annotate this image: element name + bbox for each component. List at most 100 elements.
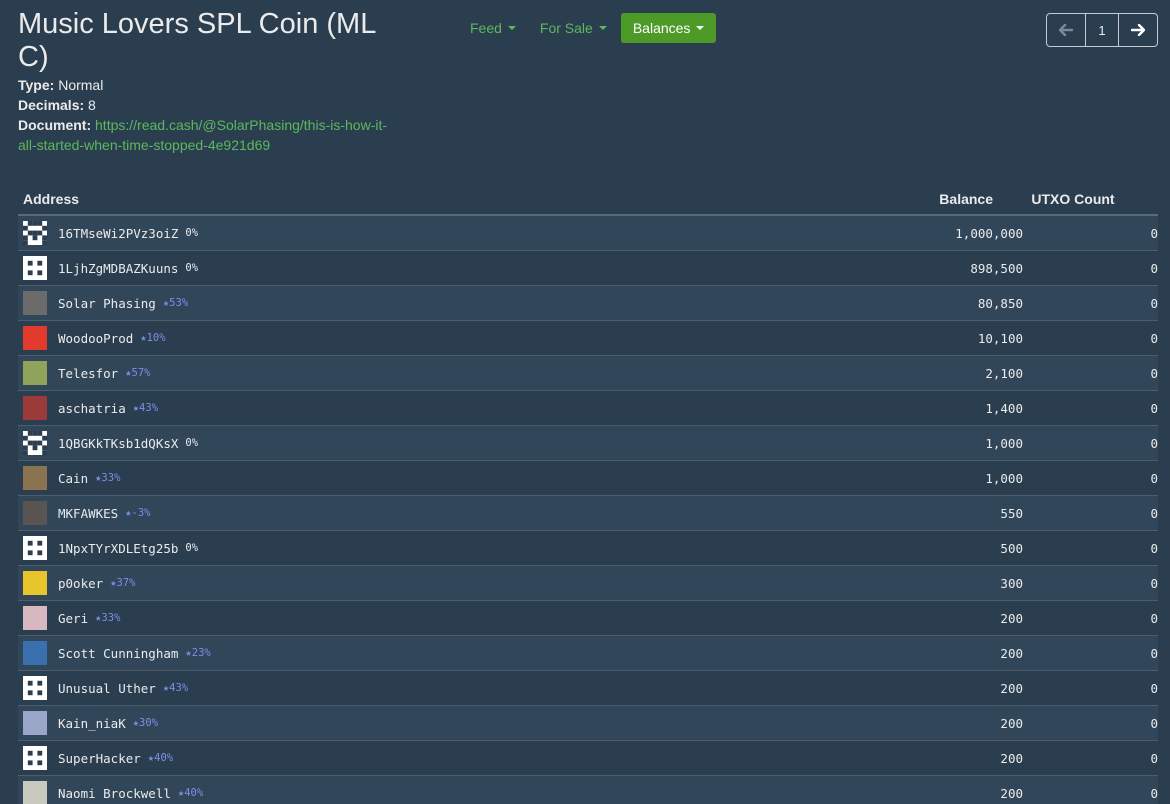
percent-badge: 0% — [185, 542, 199, 554]
balance-cell: 200 — [1000, 715, 1023, 731]
table-row[interactable]: Scott Cunningham ★23% 200 0 — [18, 636, 1158, 671]
pagination: 1 — [1046, 13, 1158, 47]
utxo-cell: 0 — [1150, 400, 1158, 416]
nav-feed[interactable]: Feed — [460, 13, 526, 43]
table-row[interactable]: 16TMseWi2PVz3oiZ 0% 1,000,000 0 — [18, 216, 1158, 251]
address-cell: aschatria ★43% — [18, 396, 903, 420]
main-nav: Feed For Sale Balances — [460, 13, 717, 43]
address-name[interactable]: 1NpxTYrXDLEtg25b — [58, 541, 178, 556]
avatar[interactable] — [23, 711, 47, 735]
identicon-icon[interactable] — [23, 221, 47, 245]
rating-badge: ★40% — [147, 752, 174, 764]
identicon-icon[interactable] — [23, 256, 47, 280]
header-balance: Balance — [939, 191, 993, 207]
table-body: 16TMseWi2PVz3oiZ 0% 1,000,000 0 1LjhZgMDBAZK… — [18, 216, 1158, 804]
address-cell: MKFAWKES ★-3% — [18, 501, 903, 525]
balance-cell: 300 — [1000, 575, 1023, 591]
avatar[interactable] — [23, 396, 47, 420]
balance-cell: 1,000,000 — [955, 225, 1023, 241]
balance-cell: 2,100 — [985, 365, 1023, 381]
next-page-button[interactable] — [1119, 14, 1157, 46]
table-row[interactable]: 1NpxTYrXDLEtg25b 0% 500 0 — [18, 531, 1158, 566]
address-name[interactable]: Geri — [58, 611, 88, 626]
avatar[interactable] — [23, 781, 47, 804]
nav-for-sale[interactable]: For Sale — [530, 13, 617, 43]
percent-badge: 0% — [185, 262, 199, 274]
address-name[interactable]: WoodooProd — [58, 331, 133, 346]
prev-page-button[interactable] — [1047, 14, 1086, 46]
table-row[interactable]: Solar Phasing ★53% 80,850 0 — [18, 286, 1158, 321]
address-name[interactable]: Kain_niaK — [58, 716, 126, 731]
table-row[interactable]: WoodooProd ★10% 10,100 0 — [18, 321, 1158, 356]
nav-feed-label: Feed — [470, 20, 502, 36]
document-row: Document: https://read.cash/@SolarPhasin… — [18, 115, 388, 155]
table-row[interactable]: Cain ★33% 1,000 0 — [18, 461, 1158, 496]
nav-for-sale-label: For Sale — [539, 20, 593, 36]
utxo-cell: 0 — [1150, 575, 1158, 591]
table-row[interactable]: Telesfor ★57% 2,100 0 — [18, 356, 1158, 391]
address-name[interactable]: Cain — [58, 471, 88, 486]
balance-cell: 200 — [1000, 750, 1023, 766]
nav-balances-label: Balances — [632, 20, 691, 36]
document-label: Document: — [18, 117, 92, 133]
utxo-cell: 0 — [1150, 365, 1158, 381]
address-name[interactable]: Scott Cunningham — [58, 646, 178, 661]
rating-badge: ★-3% — [125, 507, 151, 519]
identicon-icon[interactable] — [23, 431, 47, 455]
avatar[interactable] — [23, 291, 47, 315]
caret-down-icon — [696, 26, 705, 30]
table-row[interactable]: MKFAWKES ★-3% 550 0 — [18, 496, 1158, 531]
avatar[interactable] — [23, 501, 47, 525]
avatar[interactable] — [23, 641, 47, 665]
rating-badge: ★23% — [185, 647, 211, 659]
address-name[interactable]: 1LjhZgMDBAZKuuns — [58, 261, 178, 276]
table-row[interactable]: Unusual Uther ★43% 200 0 — [18, 671, 1158, 706]
table-row[interactable]: p0oker ★37% 300 0 — [18, 566, 1158, 601]
address-name[interactable]: aschatria — [58, 401, 126, 416]
utxo-cell: 0 — [1150, 225, 1158, 241]
balance-cell: 1,000 — [985, 435, 1023, 451]
address-name[interactable]: Telesfor — [58, 366, 118, 381]
table-row[interactable]: aschatria ★43% 1,400 0 — [18, 391, 1158, 426]
rating-badge: ★10% — [140, 332, 166, 344]
avatar[interactable] — [23, 466, 47, 490]
table-row[interactable]: 1QBGKkTKsb1dQKsX 0% 1,000 0 — [18, 426, 1158, 461]
address-name[interactable]: Unusual Uther — [58, 681, 156, 696]
rating-badge: ★40% — [177, 787, 204, 799]
address-name[interactable]: Naomi Brockwell — [58, 786, 171, 801]
nav-balances[interactable]: Balances — [620, 13, 717, 43]
identicon-icon[interactable] — [23, 536, 47, 560]
current-page[interactable]: 1 — [1086, 14, 1119, 46]
address-cell: Naomi Brockwell ★40% — [18, 781, 903, 804]
table-row[interactable]: SuperHacker ★40% 200 0 — [18, 741, 1158, 776]
utxo-cell: 0 — [1150, 435, 1158, 451]
avatar[interactable] — [23, 361, 47, 385]
avatar[interactable] — [23, 606, 47, 630]
address-cell: Unusual Uther ★43% — [18, 676, 903, 700]
address-name[interactable]: Solar Phasing — [58, 296, 156, 311]
address-name[interactable]: MKFAWKES — [58, 506, 118, 521]
table-row[interactable]: Naomi Brockwell ★40% 200 0 — [18, 776, 1158, 804]
utxo-cell: 0 — [1150, 680, 1158, 696]
address-name[interactable]: 1QBGKkTKsb1dQKsX — [58, 436, 178, 451]
caret-down-icon — [507, 26, 516, 30]
address-cell: Solar Phasing ★53% — [18, 291, 903, 315]
identicon-icon[interactable] — [23, 676, 47, 700]
utxo-cell: 0 — [1150, 750, 1158, 766]
utxo-cell: 0 — [1150, 505, 1158, 521]
avatar[interactable] — [23, 571, 47, 595]
rating-badge: ★43% — [162, 682, 189, 694]
balance-cell: 898,500 — [970, 260, 1023, 276]
avatar[interactable] — [23, 326, 47, 350]
table-header: Address Balance UTXO Count — [18, 184, 1158, 216]
balance-cell: 200 — [1000, 645, 1023, 661]
identicon-icon[interactable] — [23, 746, 47, 770]
table-row[interactable]: Geri ★33% 200 0 — [18, 601, 1158, 636]
address-name[interactable]: p0oker — [58, 576, 103, 591]
address-cell: WoodooProd ★10% — [18, 326, 903, 350]
address-name[interactable]: 16TMseWi2PVz3oiZ — [58, 226, 178, 241]
type-row: Type: Normal — [18, 75, 388, 95]
table-row[interactable]: Kain_niaK ★30% 200 0 — [18, 706, 1158, 741]
table-row[interactable]: 1LjhZgMDBAZKuuns 0% 898,500 0 — [18, 251, 1158, 286]
address-name[interactable]: SuperHacker — [58, 751, 141, 766]
